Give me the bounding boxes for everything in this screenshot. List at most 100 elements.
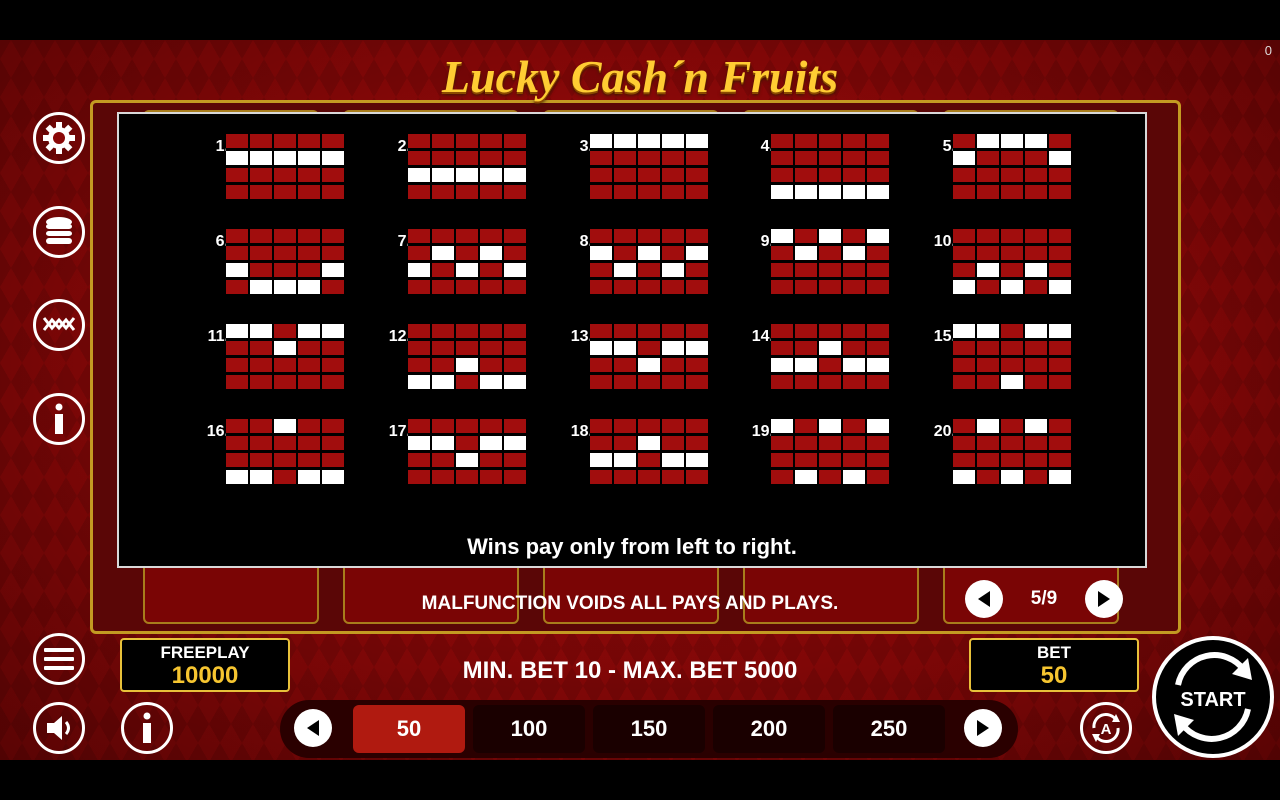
payline-cell-active (1049, 151, 1071, 165)
payline-cell (298, 185, 320, 199)
payline-cell (408, 246, 430, 260)
payline-number: 16. (206, 423, 229, 440)
payline-number: 19. (751, 423, 774, 440)
payline-cell (408, 280, 430, 294)
payline-pattern (953, 134, 1071, 199)
payline-cell (480, 358, 502, 372)
payline-cell (250, 453, 272, 467)
payline-number: 13. (570, 328, 593, 345)
payline-cell (1049, 341, 1071, 355)
payline-cell (590, 419, 612, 433)
payline-pattern (226, 134, 344, 199)
info-button[interactable] (33, 393, 85, 445)
payline-cell (953, 263, 975, 277)
payline-cell (867, 134, 889, 148)
payline-cell (504, 229, 526, 243)
payline-cell (614, 436, 636, 450)
payline-cell (456, 151, 478, 165)
payline-cell-active (480, 246, 502, 260)
payline-cell (819, 263, 841, 277)
settings-button[interactable] (33, 112, 85, 164)
payline-cell (1001, 263, 1023, 277)
payline-cell (480, 185, 502, 199)
payline-cell (662, 470, 684, 484)
bet-prev-button[interactable] (294, 709, 332, 747)
payline-cell (504, 419, 526, 433)
payline-cell-active (432, 375, 454, 389)
payline-cell-active (953, 324, 975, 338)
paylines-button[interactable] (33, 299, 85, 351)
payline-cell-active (1001, 280, 1023, 294)
payline-cell-active (819, 185, 841, 199)
payline-cell (795, 151, 817, 165)
payline-cell (795, 341, 817, 355)
next-page-button[interactable] (1085, 580, 1123, 618)
payline-pattern (771, 419, 889, 484)
payline-cell (819, 453, 841, 467)
payline-cell (590, 280, 612, 294)
payline-cell (322, 419, 344, 433)
payline-cell-active (226, 324, 248, 338)
payline-cell (226, 168, 248, 182)
bet-option[interactable]: 150 (593, 705, 705, 753)
payline-cell (1049, 436, 1071, 450)
menu-button[interactable] (33, 633, 85, 685)
payline-cell-active (250, 324, 272, 338)
bet-next-button[interactable] (964, 709, 1002, 747)
payline-cell-active (843, 358, 865, 372)
payline-cell (795, 375, 817, 389)
payline-cell (771, 151, 793, 165)
payline-cell (226, 453, 248, 467)
payline-cell (480, 229, 502, 243)
bet-option[interactable]: 200 (713, 705, 825, 753)
payline-cell (432, 134, 454, 148)
payline-cell (456, 185, 478, 199)
payline-cell (819, 436, 841, 450)
payline-cell (662, 358, 684, 372)
prev-page-button[interactable] (965, 580, 1003, 618)
payline-number: 12. (388, 328, 411, 345)
autoplay-button[interactable]: A (1080, 702, 1132, 754)
payline-cell-active (686, 134, 708, 148)
payline-cell (686, 151, 708, 165)
payline-cell (504, 280, 526, 294)
payline-number: 9. (760, 233, 774, 250)
payline-cell (662, 375, 684, 389)
help-button[interactable] (121, 702, 173, 754)
start-button[interactable]: START (1152, 636, 1274, 758)
arrow-right-icon (977, 720, 989, 736)
payline-cell-active (456, 263, 478, 277)
payline-cell (298, 358, 320, 372)
payline-pattern (408, 419, 526, 484)
sound-button[interactable] (33, 702, 85, 754)
payline-cell (1025, 375, 1047, 389)
payline-cell-active (274, 341, 296, 355)
bet-option[interactable]: 100 (473, 705, 585, 753)
payline-cell (1025, 280, 1047, 294)
payline-cell-active (795, 185, 817, 199)
payline-cell-active (771, 419, 793, 433)
payline-cell-active (614, 134, 636, 148)
payline-cell (590, 263, 612, 277)
bet-selector: 50 100 150 200 250 (280, 700, 1018, 758)
payline-cell (638, 453, 660, 467)
payline-cell (1001, 419, 1023, 433)
payline-cell-active (322, 324, 344, 338)
coins-button[interactable] (33, 206, 85, 258)
payline-cell (686, 280, 708, 294)
payline-cell (819, 324, 841, 338)
payline-cell-active (771, 229, 793, 243)
payline-cell-active (590, 134, 612, 148)
payline-number: 5. (942, 138, 956, 155)
payline-cell (843, 436, 865, 450)
bet-option[interactable]: 250 (833, 705, 945, 753)
bet-option[interactable]: 50 (353, 705, 465, 753)
payline-cell (843, 324, 865, 338)
payline-cell (456, 419, 478, 433)
payline-cell (504, 151, 526, 165)
payline-number: 8. (579, 233, 593, 250)
payline-cell (322, 453, 344, 467)
payline-cell (795, 168, 817, 182)
coin-stack-icon (46, 217, 72, 244)
payline-cell (977, 358, 999, 372)
